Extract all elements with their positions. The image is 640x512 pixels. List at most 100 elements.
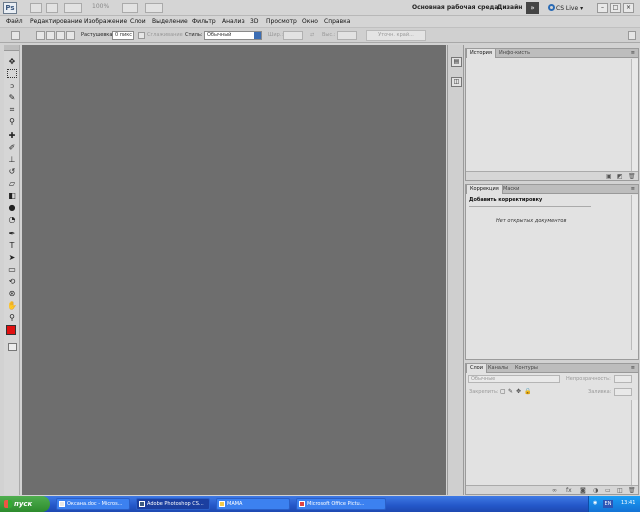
taskbar-item-picture-manager[interactable]: Microsoft Office Pictu... <box>296 498 386 510</box>
panel-menu-icon[interactable]: ≡ <box>631 186 635 192</box>
tab-brush-presets[interactable]: Инфо-кисть <box>496 49 533 58</box>
lock-all-icon[interactable]: 🔒 <box>524 388 531 395</box>
foreground-color-swatch[interactable] <box>6 325 16 335</box>
lock-position-icon[interactable]: ✥ <box>516 388 521 395</box>
zoom-level[interactable]: 100% <box>92 3 109 10</box>
brush-tool-icon[interactable]: ✐ <box>7 143 17 152</box>
clone-stamp-tool-icon[interactable]: ⊥ <box>7 155 17 164</box>
workspace-expand-icon[interactable]: » <box>526 2 539 14</box>
panel-menu-icon[interactable]: ≡ <box>631 50 635 56</box>
subtract-selection-icon[interactable] <box>56 31 65 40</box>
view-extras-icon[interactable] <box>64 3 82 13</box>
language-indicator[interactable]: EN <box>603 500 613 508</box>
pen-tool-icon[interactable]: ✒ <box>7 229 17 238</box>
refine-edge-button[interactable]: Уточн. край... <box>366 30 426 41</box>
menu-window[interactable]: Окно <box>302 18 318 25</box>
trash-icon[interactable]: 🗑 <box>628 173 636 180</box>
blend-mode-select[interactable]: Обычные <box>468 375 560 383</box>
tab-paths[interactable]: Контуры <box>512 364 541 373</box>
workspace-design[interactable]: Дизайн <box>497 4 522 11</box>
menu-help[interactable]: Справка <box>324 18 350 25</box>
quick-select-tool-icon[interactable]: ✎ <box>7 93 17 102</box>
brush-presets-icon[interactable]: ◫ <box>451 77 462 87</box>
swap-icon[interactable]: ⇄ <box>310 32 314 38</box>
fill-input[interactable] <box>614 388 632 396</box>
crop-tool-icon[interactable]: ⌗ <box>7 105 17 114</box>
lock-transparency-icon[interactable]: ▢ <box>500 388 506 395</box>
antialias-checkbox[interactable] <box>138 32 145 39</box>
tab-adjustments[interactable]: Коррекция <box>466 185 503 194</box>
menu-edit[interactable]: Редактирование <box>30 18 82 25</box>
healing-brush-tool-icon[interactable]: ✚ <box>7 131 17 140</box>
new-snapshot-icon[interactable]: ◩ <box>617 173 623 180</box>
menu-analysis[interactable]: Анализ <box>222 18 245 25</box>
bridge-icon[interactable] <box>30 3 42 13</box>
intersect-selection-icon[interactable] <box>66 31 75 40</box>
close-button[interactable]: × <box>623 3 634 13</box>
menu-layers[interactable]: Слои <box>130 18 146 25</box>
menu-3d[interactable]: 3D <box>250 18 258 25</box>
tab-masks[interactable]: Маски <box>500 185 522 194</box>
minibridge-icon[interactable] <box>46 3 58 13</box>
feather-input[interactable]: 0 пикс <box>112 31 134 40</box>
tab-layers[interactable]: Слои <box>466 364 487 373</box>
clock[interactable]: 13:41 <box>621 500 635 506</box>
marquee-tool-icon[interactable] <box>7 69 17 78</box>
taskbar-item-photoshop[interactable]: Adobe Photoshop CS... <box>136 498 210 510</box>
zoom-tool-icon[interactable]: ⚲ <box>7 313 17 322</box>
height-input[interactable] <box>337 31 357 40</box>
tab-history[interactable]: История <box>466 49 496 58</box>
layers-scrollbar[interactable] <box>631 400 638 486</box>
style-select[interactable]: Обычный <box>204 31 262 40</box>
adjustment-layer-icon[interactable]: ◑ <box>593 487 598 494</box>
panel-menu-icon[interactable]: ≡ <box>631 365 635 371</box>
cs-live-button[interactable]: CS Live ▾ <box>548 4 583 12</box>
document-canvas-area[interactable] <box>22 45 446 495</box>
menu-file[interactable]: Файл <box>6 18 23 25</box>
history-brush-tool-icon[interactable]: ↺ <box>7 167 17 176</box>
blur-tool-icon[interactable]: ● <box>7 203 17 212</box>
lasso-tool-icon[interactable]: ᦱ <box>7 81 17 90</box>
3d-rotate-tool-icon[interactable]: ⟲ <box>7 277 17 286</box>
shape-tool-icon[interactable]: ▭ <box>7 265 17 274</box>
history-scrollbar[interactable] <box>631 59 638 171</box>
adjustments-scrollbar[interactable] <box>631 195 638 350</box>
opacity-input[interactable] <box>614 375 632 383</box>
width-input[interactable] <box>283 31 303 40</box>
move-tool-icon[interactable]: ✥ <box>7 57 17 66</box>
start-button[interactable]: пуск <box>0 496 50 512</box>
menu-image[interactable]: Изображение <box>84 18 127 25</box>
menu-view[interactable]: Просмотр <box>266 18 297 25</box>
taskbar-item-word[interactable]: Оксана.doc - Micros... <box>56 498 130 510</box>
path-select-tool-icon[interactable]: ➤ <box>7 253 17 262</box>
3d-orbit-tool-icon[interactable]: ⊛ <box>7 289 17 298</box>
lock-pixels-icon[interactable]: ✎ <box>508 388 513 395</box>
minimize-button[interactable]: – <box>597 3 608 13</box>
trash-icon[interactable]: 🗑 <box>628 487 636 494</box>
add-selection-icon[interactable] <box>46 31 55 40</box>
hand-tool-icon[interactable]: ✋ <box>7 301 17 310</box>
workspace-essentials[interactable]: Основная рабочая среда <box>412 4 498 11</box>
menu-select[interactable]: Выделение <box>152 18 188 25</box>
new-group-icon[interactable]: ▭ <box>605 487 611 494</box>
eyedropper-tool-icon[interactable]: ⚲ <box>7 117 17 126</box>
history-panel-icon[interactable]: ▤ <box>451 57 462 67</box>
network-icon[interactable]: ◉ <box>593 500 597 506</box>
dodge-tool-icon[interactable]: ◔ <box>7 215 17 224</box>
new-selection-icon[interactable] <box>36 31 45 40</box>
maximize-button[interactable]: □ <box>610 3 621 13</box>
screen-mode-icon[interactable] <box>145 3 163 13</box>
arrange-documents-icon[interactable] <box>122 3 138 13</box>
taskbar-item-mama[interactable]: МАМА <box>216 498 290 510</box>
layer-style-icon[interactable]: fx <box>566 487 572 494</box>
eraser-tool-icon[interactable]: ▱ <box>7 179 17 188</box>
tab-channels[interactable]: Каналы <box>485 364 511 373</box>
new-layer-icon[interactable]: ◫ <box>617 487 623 494</box>
tools-grip[interactable] <box>4 45 19 51</box>
type-tool-icon[interactable]: T <box>7 241 17 250</box>
quick-mask-icon[interactable] <box>8 343 17 351</box>
layer-mask-icon[interactable]: ◙ <box>580 487 586 494</box>
link-layers-icon[interactable]: ∞ <box>552 487 557 494</box>
gradient-tool-icon[interactable]: ◧ <box>7 191 17 200</box>
new-document-icon[interactable]: ▣ <box>606 173 612 180</box>
